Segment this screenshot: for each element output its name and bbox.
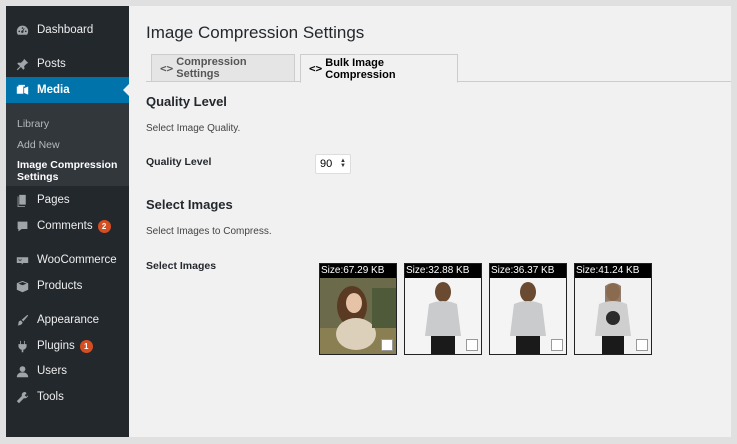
sidebar-item-woocommerce[interactable]: WooCommerce [6,247,129,273]
app-frame: Dashboard Posts Media Library Add New Im… [6,6,731,437]
brush-icon [16,314,29,327]
sidebar-item-label: Pages [37,194,70,206]
plug-icon [16,340,29,353]
box-icon [16,280,29,293]
sidebar-item-label: Posts [37,58,66,70]
tab-label: Compression Settings [176,56,247,80]
image-select-checkbox[interactable] [636,339,648,351]
tab-bulk-image-compression[interactable]: <> Bulk Image Compression [300,54,458,83]
image-size-label: Size:36.37 KB [490,264,566,278]
submenu-item-add-new[interactable]: Add New [17,139,60,151]
media-icon [16,84,29,97]
image-select-checkbox[interactable] [381,339,393,351]
sidebar-item-dashboard[interactable]: Dashboard [6,17,129,43]
pages-icon [16,194,29,207]
sidebar-item-users[interactable]: Users [6,358,129,384]
image-select-checkbox[interactable] [466,339,478,351]
sidebar-item-label: Appearance [37,314,100,326]
quality-select[interactable]: 90 ▲ ▼ [315,154,351,174]
images-description: Select Images to Compress. [146,226,272,237]
select-arrows-icon: ▲ ▼ [340,158,346,169]
submenu-item-image-compression-settings[interactable]: Image Compression Settings [17,159,122,183]
comments-count-badge: 2 [97,219,111,233]
woocommerce-icon [16,254,29,267]
image-thumbnail[interactable]: Size:41.24 KB [574,263,652,355]
sidebar-item-media[interactable]: Media [6,77,129,103]
sidebar-item-pages[interactable]: Pages [6,187,129,213]
code-icon: <> [309,62,323,75]
sidebar-item-label: Media [37,84,70,96]
image-thumbnail[interactable]: Size:32.88 KB [404,263,482,355]
media-submenu: Library Add New Image Compression Settin… [6,103,129,186]
wrench-icon [16,391,29,404]
dashboard-icon [16,24,29,37]
main-content: Image Compression Settings <> Compressio… [129,6,731,437]
quality-select-value: 90 [320,158,333,170]
image-size-label: Size:67.29 KB [320,264,396,278]
quality-section-title: Quality Level [146,94,227,109]
sidebar-item-label: Dashboard [37,24,94,36]
quality-field-label: Quality Level [146,156,212,168]
user-icon [16,365,29,378]
sidebar-item-posts[interactable]: Posts [6,51,129,77]
sidebar-item-label: WooCommerce [37,254,117,266]
comment-icon [16,220,29,233]
admin-sidebar: Dashboard Posts Media Library Add New Im… [6,6,129,437]
sidebar-item-label: Products [37,280,83,292]
sidebar-item-tools[interactable]: Tools [6,384,129,410]
sidebar-item-appearance[interactable]: Appearance [6,307,129,333]
image-select-checkbox[interactable] [551,339,563,351]
image-thumbnail[interactable]: Size:67.29 KB [319,263,397,355]
image-size-label: Size:41.24 KB [575,264,651,278]
page-title: Image Compression Settings [146,23,365,42]
sidebar-item-label: Plugins [37,340,75,352]
sidebar-item-comments[interactable]: Comments 2 [6,213,129,239]
code-icon: <> [160,61,174,75]
images-field-label: Select Images [146,260,217,272]
image-size-label: Size:32.88 KB [405,264,481,278]
plugins-count-badge: 1 [79,339,93,353]
tab-label: Bulk Image Compression [325,56,396,81]
sidebar-item-label: Tools [37,391,64,403]
tab-compression-settings[interactable]: <> Compression Settings [151,54,295,82]
sidebar-item-products[interactable]: Products [6,273,129,299]
sidebar-item-label: Users [37,365,68,377]
pin-icon [16,58,29,71]
submenu-item-library[interactable]: Library [17,118,49,130]
sidebar-item-label: Comments [37,220,93,232]
quality-description: Select Image Quality. [146,123,241,134]
image-thumbnail[interactable]: Size:36.37 KB [489,263,567,355]
sidebar-item-plugins[interactable]: Plugins 1 [6,333,129,359]
images-section-title: Select Images [146,197,233,212]
